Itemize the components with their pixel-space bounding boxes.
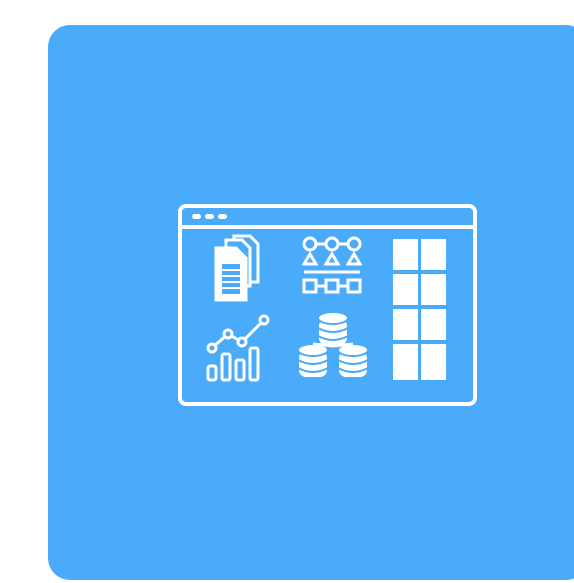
title-bar-dots-icon bbox=[192, 214, 227, 219]
grid-table-icon bbox=[393, 239, 446, 380]
app-window-illustration bbox=[176, 202, 479, 408]
line-bar-chart-icon bbox=[206, 314, 270, 382]
documents-icon bbox=[214, 234, 260, 302]
workflow-diagram-icon bbox=[301, 236, 363, 294]
database-stack-icon bbox=[297, 311, 369, 379]
